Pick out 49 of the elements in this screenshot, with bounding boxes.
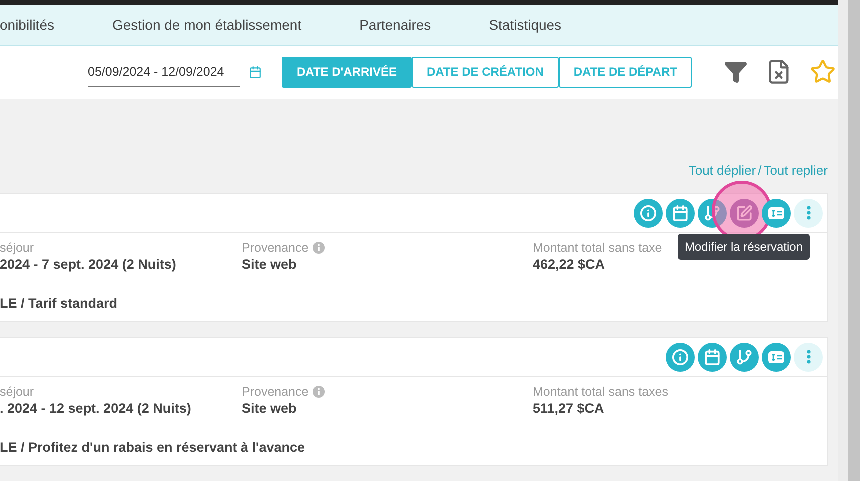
rate-plan: LE / Profitez d'un rabais en réservant à l'avance bbox=[0, 439, 306, 457]
filter-icon[interactable] bbox=[724, 60, 748, 84]
action-button[interactable] bbox=[762, 342, 791, 372]
info-icon[interactable] bbox=[312, 386, 325, 398]
field-label: Provenance bbox=[242, 385, 309, 399]
branch-icon bbox=[736, 348, 753, 366]
action-button[interactable] bbox=[730, 342, 759, 372]
field-value: . 2024 - 12 sept. 2024 (2 Nuits) bbox=[0, 401, 192, 416]
nav-item[interactable]: Gestion de mon établissement bbox=[112, 16, 302, 33]
field-label: séjour bbox=[0, 385, 34, 399]
action-button[interactable] bbox=[666, 198, 695, 228]
star-icon[interactable] bbox=[810, 59, 836, 86]
more-icon bbox=[806, 206, 810, 220]
nav-item[interactable]: onibilités bbox=[0, 16, 54, 33]
field-value: 462,22 $CA bbox=[533, 257, 606, 272]
rate-plan: LE / Tarif standard bbox=[0, 295, 119, 313]
branch-icon bbox=[704, 204, 721, 222]
field-label: Montant total sans taxes bbox=[533, 385, 668, 399]
field-value: 511,27 $CA bbox=[533, 401, 606, 416]
action-button[interactable] bbox=[698, 342, 727, 372]
tooltip: Modifier la réservation bbox=[678, 234, 810, 260]
calendar-icon bbox=[672, 204, 689, 222]
info-icon bbox=[640, 204, 657, 222]
nav-item[interactable]: Statistiques bbox=[489, 16, 562, 33]
action-button[interactable] bbox=[698, 198, 727, 228]
action-button[interactable] bbox=[634, 198, 663, 228]
calendar-icon bbox=[704, 348, 721, 366]
field-value: Site web bbox=[242, 401, 298, 416]
info-icon bbox=[672, 348, 689, 366]
field-value: 2024 - 7 sept. 2024 (2 Nuits) bbox=[0, 257, 178, 272]
date-range-field[interactable]: 05/09/2024 - 12/09/2024 bbox=[88, 58, 240, 87]
payment-card-icon bbox=[768, 350, 785, 364]
payment-card-icon bbox=[768, 206, 785, 220]
info-icon[interactable] bbox=[312, 242, 325, 254]
scrollbar[interactable] bbox=[848, 0, 860, 481]
action-button[interactable] bbox=[666, 342, 695, 372]
field-label: Montant total sans taxe bbox=[533, 241, 662, 255]
edit-icon bbox=[736, 204, 753, 222]
action-button[interactable] bbox=[794, 198, 823, 228]
action-button[interactable] bbox=[762, 198, 791, 228]
action-button[interactable] bbox=[730, 198, 759, 228]
link-separator: / bbox=[758, 163, 762, 178]
nav-item[interactable]: Partenaires bbox=[360, 16, 432, 33]
action-button[interactable] bbox=[794, 342, 823, 372]
field-label: séjour bbox=[0, 241, 34, 255]
more-icon bbox=[806, 350, 810, 364]
calendar-icon[interactable] bbox=[249, 66, 262, 79]
field-label: Provenance bbox=[242, 241, 309, 255]
field-value: Site web bbox=[242, 257, 298, 272]
